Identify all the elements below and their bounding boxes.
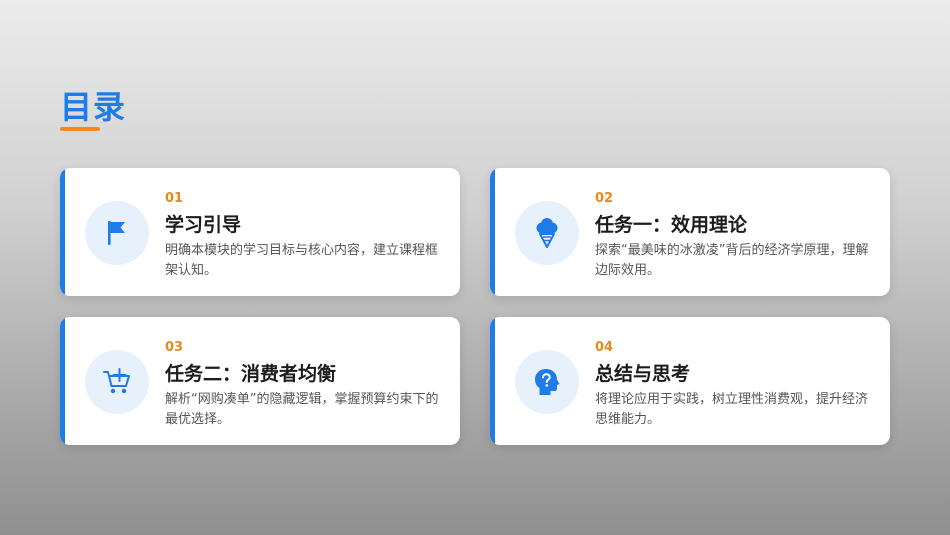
agenda-card-1[interactable]: 01 学习引导 明确本模块的学习目标与核心内容，建立课程框架认知。	[60, 168, 460, 296]
agenda-card-4[interactable]: 04 总结与思考 将理论应用于实践，树立理性消费观，提升经济思维能力。	[490, 317, 890, 445]
cart-add-icon	[85, 350, 149, 414]
card-description: 将理论应用于实践，树立理性消费观，提升经济思维能力。	[595, 392, 869, 427]
card-description: 明确本模块的学习目标与核心内容，建立课程框架认知。	[165, 243, 439, 278]
card-description: 探索“最美味的冰激凌”背后的经济学原理，理解边际效用。	[595, 243, 869, 278]
card-heading: 任务一：效用理论	[595, 214, 748, 236]
card-number: 04	[595, 340, 614, 355]
head-question-icon	[515, 350, 579, 414]
page-title: 目录	[60, 88, 127, 126]
title-underline	[60, 127, 100, 131]
flag-icon	[85, 201, 149, 265]
card-heading: 任务二：消费者均衡	[165, 363, 337, 385]
card-accent-bar	[60, 168, 65, 296]
card-accent-bar	[490, 168, 495, 296]
agenda-card-3[interactable]: 03 任务二：消费者均衡 解析“网购凑单”的隐藏逻辑，掌握预算约束下的最优选择。	[60, 317, 460, 445]
card-number: 01	[165, 191, 184, 206]
card-heading: 学习引导	[165, 214, 242, 236]
ice-cream-icon	[515, 201, 579, 265]
card-number: 03	[165, 340, 184, 355]
card-heading: 总结与思考	[595, 363, 691, 385]
card-description: 解析“网购凑单”的隐藏逻辑，掌握预算约束下的最优选择。	[165, 392, 439, 427]
card-accent-bar	[490, 317, 495, 445]
card-number: 02	[595, 191, 614, 206]
agenda-card-2[interactable]: 02 任务一：效用理论 探索“最美味的冰激凌”背后的经济学原理，理解边际效用。	[490, 168, 890, 296]
card-accent-bar	[60, 317, 65, 445]
